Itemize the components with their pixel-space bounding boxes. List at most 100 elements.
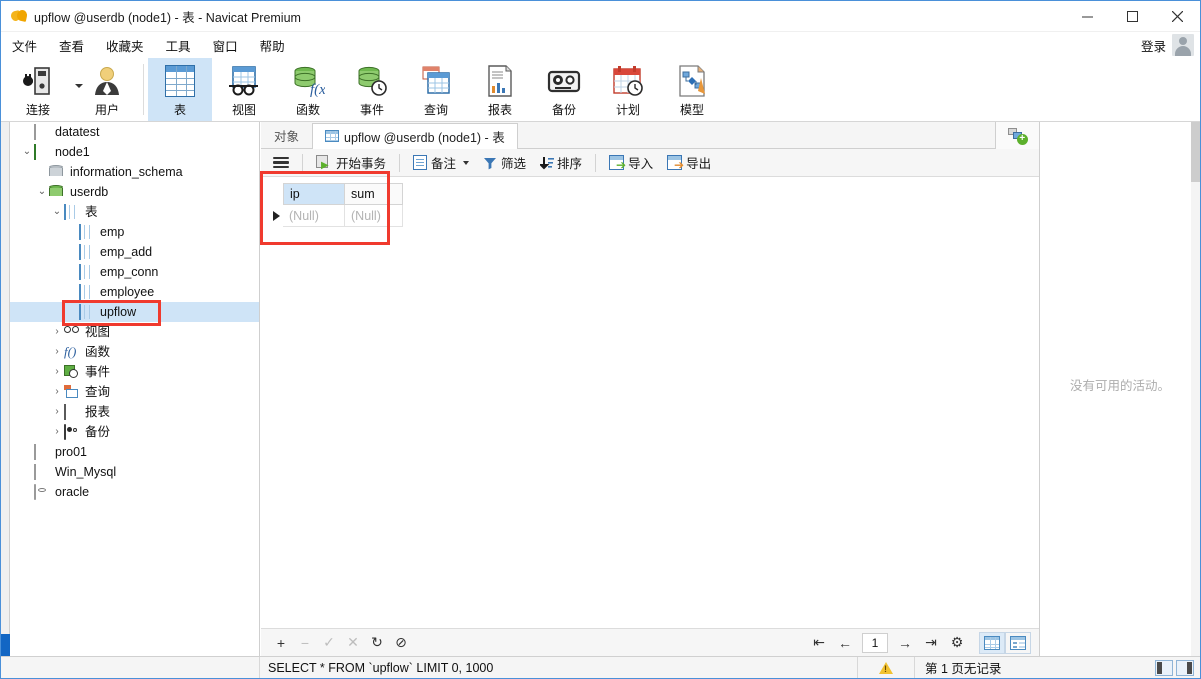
chevron-down-icon[interactable] [463, 160, 470, 165]
grid-footer: + − ✓ ✕ ↻ ⊘ ⇤ ← 1 → ⇥ ⚙ [261, 628, 1039, 656]
column-header-sum[interactable]: sum [345, 183, 403, 205]
tree-item-事件[interactable]: › 事件 [10, 362, 259, 382]
chevron-down-icon[interactable]: ⌄ [35, 187, 49, 197]
grid-settings-button[interactable]: ⚙ [945, 632, 969, 654]
ribbon-report-label: 报表 [487, 103, 512, 117]
first-page-button[interactable]: ⇤ [807, 632, 831, 654]
scrollbar-thumb[interactable] [1191, 122, 1200, 182]
note-icon [413, 155, 428, 170]
toggle-right-panel[interactable] [1176, 659, 1194, 676]
minimize-button[interactable] [1065, 1, 1110, 32]
chevron-right-icon[interactable]: › [50, 367, 64, 377]
form-view-toggle[interactable] [1005, 631, 1031, 654]
left-vertical-strip[interactable] [1, 122, 10, 656]
new-tab-button[interactable]: + [995, 122, 1039, 149]
ribbon-table[interactable]: 表 [148, 58, 212, 121]
stop-button[interactable]: ⊘ [389, 632, 413, 654]
tree-item-备份[interactable]: › 备份 [10, 422, 259, 442]
ribbon-query[interactable]: 查询 [404, 58, 468, 121]
refresh-button[interactable]: ↻ [365, 632, 389, 654]
chevron-right-icon[interactable]: › [50, 327, 64, 337]
tree-item-查询[interactable]: › 查询 [10, 382, 259, 402]
tree-item-information_schema[interactable]: information_schema [10, 162, 259, 182]
menu-view[interactable]: 查看 [48, 33, 95, 58]
tree-item-emp[interactable]: emp [10, 222, 259, 242]
next-page-button[interactable]: → [893, 632, 917, 654]
ribbon-backup[interactable]: 备份 [532, 58, 596, 121]
tree-item-employee[interactable]: employee [10, 282, 259, 302]
tree-item-函数[interactable]: › f() 函数 [10, 342, 259, 362]
tree-item-Win_Mysql[interactable]: Win_Mysql [10, 462, 259, 482]
tree-item-label: userdb [70, 184, 109, 199]
ribbon-view-label: 视图 [231, 103, 256, 117]
chevron-right-icon[interactable]: › [50, 347, 64, 357]
navigation-tree[interactable]: datatest ⌄ node1 information_schema ⌄ userdb ⌄… [10, 122, 260, 656]
activity-scrollbar[interactable] [1191, 122, 1200, 656]
grid-menu-button[interactable] [267, 151, 295, 175]
left-strip-tab-marker[interactable] [1, 634, 10, 656]
tab-objects[interactable]: 对象 [261, 122, 312, 148]
data-grid-area[interactable]: ip sum (Null) (Null) [261, 177, 1039, 628]
menu-file[interactable]: 文件 [1, 33, 48, 58]
cell-sum[interactable]: (Null) [345, 205, 403, 227]
tree-item-node1[interactable]: ⌄ node1 [10, 142, 259, 162]
import-button[interactable]: ➔ 导入 [603, 151, 659, 175]
ribbon-user[interactable]: 用户 [75, 58, 139, 121]
ribbon-connection[interactable]: 连接 [1, 58, 83, 121]
tree-item-报表[interactable]: › 报表 [10, 402, 259, 422]
column-header-ip[interactable]: ip [283, 183, 345, 205]
tree-item-userdb[interactable]: ⌄ userdb [10, 182, 259, 202]
ribbon-view[interactable]: 视图 [212, 58, 276, 121]
import-label: 导入 [628, 157, 654, 171]
tree-item-oracle[interactable]: oracle [10, 482, 259, 502]
ribbon-model[interactable]: 模型 [660, 58, 724, 121]
menu-window[interactable]: 窗口 [202, 33, 249, 58]
prev-page-button[interactable]: ← [833, 632, 857, 654]
grid-view-toggle[interactable] [979, 631, 1005, 654]
export-button[interactable]: ➔ 导出 [661, 151, 717, 175]
chevron-right-icon[interactable]: › [50, 427, 64, 437]
sort-button[interactable]: 排序 [534, 151, 588, 175]
chevron-down-icon[interactable]: ⌄ [50, 207, 64, 217]
apply-change-button[interactable]: ✓ [317, 632, 341, 654]
chevron-right-icon[interactable]: › [50, 387, 64, 397]
toggle-left-panel[interactable] [1155, 659, 1173, 676]
ribbon-schedule[interactable]: 计划 [596, 58, 660, 121]
tree-item-emp_conn[interactable]: emp_conn [10, 262, 259, 282]
start-transaction-button[interactable]: ▶ 开始事务 [310, 151, 392, 175]
avatar[interactable] [1172, 34, 1194, 56]
ribbon-event[interactable]: 事件 [340, 58, 404, 121]
page-number-input[interactable]: 1 [862, 632, 888, 653]
last-page-button[interactable]: ⇥ [919, 632, 943, 654]
chevron-right-icon[interactable]: › [50, 407, 64, 417]
login-label[interactable]: 登录 [1141, 36, 1166, 55]
tab-upflow-table[interactable]: upflow @userdb (node1) - 表 [312, 123, 518, 149]
ribbon-event-label: 事件 [359, 103, 384, 117]
tree-item-表[interactable]: ⌄ 表 [10, 202, 259, 222]
add-record-button[interactable]: + [269, 632, 293, 654]
close-button[interactable] [1155, 1, 1200, 32]
tree-item-视图[interactable]: › 视图 [10, 322, 259, 342]
ribbon-function[interactable]: f(x) 函数 [276, 58, 340, 121]
menu-tools[interactable]: 工具 [155, 33, 202, 58]
delete-record-button[interactable]: − [293, 632, 317, 654]
tree-item-pro01[interactable]: pro01 [10, 442, 259, 462]
menu-help[interactable]: 帮助 [249, 33, 296, 58]
tree-item-emp_add[interactable]: emp_add [10, 242, 259, 262]
note-button[interactable]: 备注 [407, 151, 475, 175]
discard-change-button[interactable]: ✕ [341, 632, 365, 654]
menu-bar: 文件 查看 收藏夹 工具 窗口 帮助 登录 [1, 32, 1200, 58]
data-grid[interactable]: ip sum (Null) (Null) [269, 183, 403, 227]
menu-favorites[interactable]: 收藏夹 [95, 33, 155, 58]
ribbon-report[interactable]: 报表 [468, 58, 532, 121]
tree-item-upflow[interactable]: upflow [10, 302, 259, 322]
tree-item-datatest[interactable]: datatest [10, 122, 259, 142]
filter-button[interactable]: 筛选 [477, 151, 532, 175]
tree-item-label: pro01 [55, 444, 87, 459]
maximize-button[interactable] [1110, 1, 1155, 32]
chevron-down-icon[interactable]: ⌄ [20, 147, 34, 157]
cell-ip[interactable]: (Null) [283, 205, 345, 227]
status-warning[interactable] [857, 656, 915, 678]
login-area[interactable]: 登录 [1141, 32, 1194, 58]
table-row[interactable]: (Null) (Null) [269, 205, 403, 227]
